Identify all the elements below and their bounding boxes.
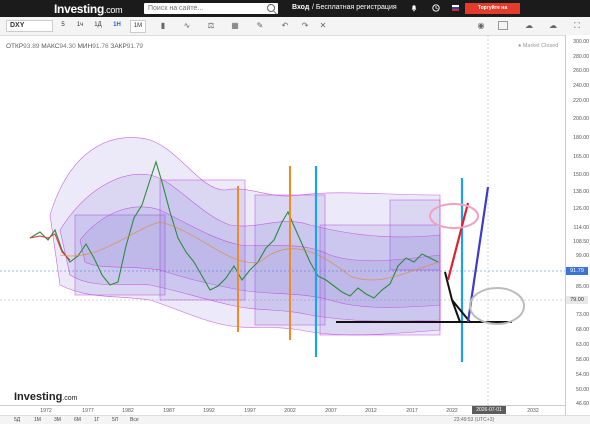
price-tick: 63.00 <box>576 342 589 348</box>
template-icon[interactable] <box>498 21 508 30</box>
price-tick: 99.00 <box>576 253 589 259</box>
top-navigation-bar: Investing.com Вход / Бесплатная регистра… <box>0 0 590 22</box>
price-tick: 68.00 <box>576 327 589 333</box>
last-price-label: 91.79 <box>566 267 588 275</box>
timeframe-1w[interactable]: 1Н <box>111 20 123 31</box>
price-axis[interactable]: 300.00 280.00 260.00 240.00 220.00 200.0… <box>565 35 590 415</box>
cloud-download-icon[interactable]: ☁ <box>548 21 558 30</box>
delete-icon[interactable]: ✕ <box>318 21 328 30</box>
crosshair-date-label: 2026-07-01 <box>472 406 506 414</box>
price-tick: 150.00 <box>573 172 589 178</box>
search-icon[interactable] <box>267 4 275 12</box>
time-tick: 2017 <box>406 408 418 414</box>
price-tick: 85.00 <box>576 284 589 290</box>
time-tick: 1987 <box>163 408 175 414</box>
time-tick: 1997 <box>244 408 256 414</box>
timeframe-1d[interactable]: 1Д <box>92 20 104 31</box>
logo-domain: .com <box>103 5 123 15</box>
flag-ru-icon[interactable] <box>452 5 459 11</box>
trade-ad-button[interactable]: Торгуйте на выгодных условиях <box>465 3 520 22</box>
time-tick: 2022 <box>446 408 458 414</box>
price-tick: 108.50 <box>573 239 589 245</box>
price-tick: 54.00 <box>576 372 589 378</box>
time-tick: 2007 <box>325 408 337 414</box>
price-tick: 200.00 <box>573 116 589 122</box>
investing-watermark: Investing.com <box>14 391 77 403</box>
timeframe-1h[interactable]: 1ч <box>74 20 86 31</box>
logo-text: Investing <box>54 2 104 16</box>
range-5d[interactable]: 5Д <box>14 417 20 423</box>
login-link[interactable]: Вход <box>292 4 309 11</box>
price-tick: 58.00 <box>576 357 589 363</box>
price-tick: 114.00 <box>573 225 589 231</box>
range-1y[interactable]: 1Г <box>94 417 100 423</box>
price-tick: 280.00 <box>573 54 589 60</box>
price-chart[interactable] <box>0 35 565 405</box>
price-tick: 240.00 <box>573 83 589 89</box>
utc-clock: 23:49:53 (UTC+3) <box>454 417 495 423</box>
time-tick: 1977 <box>82 408 94 414</box>
price-tick: 165.00 <box>573 154 589 160</box>
range-all[interactable]: Все <box>130 417 139 423</box>
chart-toolbar: DXY 5 1ч 1Д 1Н 1М ▮ ∿ ⚖ ▦ ✎ ↶ ↷ ✕ ◉ ☁ ☁ … <box>0 17 590 36</box>
watermark-domain: .com <box>62 395 78 402</box>
camera-icon[interactable]: ◉ <box>476 21 486 30</box>
register-link[interactable]: / Бесплатная регистрация <box>312 4 397 11</box>
fullscreen-icon[interactable]: ⛶ <box>572 21 582 30</box>
indicators-icon[interactable]: ∿ <box>182 21 192 30</box>
grid-icon[interactable]: ▦ <box>230 21 240 30</box>
time-tick: 2032 <box>527 408 539 414</box>
search-box[interactable] <box>144 3 278 14</box>
price-tick: 126.00 <box>573 206 589 212</box>
price-tick: 260.00 <box>573 68 589 74</box>
time-tick: 2002 <box>284 408 296 414</box>
time-tick: 1992 <box>203 408 215 414</box>
range-5y[interactable]: 5Л <box>112 417 118 423</box>
time-tick: 1982 <box>122 408 134 414</box>
price-tick: 50.00 <box>576 387 589 393</box>
range-3m[interactable]: 3М <box>54 417 61 423</box>
undo-icon[interactable]: ↶ <box>280 21 290 30</box>
price-tick: 300.00 <box>573 39 589 45</box>
gray-target-ellipse <box>469 287 525 325</box>
settings-icon[interactable]: ✎ <box>255 21 265 30</box>
price-tick: 180.00 <box>573 135 589 141</box>
bell-icon[interactable] <box>410 4 418 12</box>
range-6m[interactable]: 6М <box>74 417 81 423</box>
price-tick: 46.60 <box>576 401 589 407</box>
time-tick: 2012 <box>365 408 377 414</box>
channel-bands <box>49 137 441 336</box>
timeframe-1m[interactable]: 1М <box>130 20 146 33</box>
red-trend-line <box>446 202 470 281</box>
cloud-icon[interactable]: ☁ <box>524 21 534 30</box>
time-tick: 1972 <box>40 408 52 414</box>
price-tick: 73.00 <box>576 312 589 318</box>
symbol-input[interactable]: DXY <box>6 20 53 32</box>
clock-icon[interactable] <box>432 4 440 12</box>
price-tick: 138.00 <box>573 189 589 195</box>
redo-icon[interactable]: ↷ <box>300 21 310 30</box>
watermark-text: Investing <box>14 391 63 403</box>
compare-icon[interactable]: ⚖ <box>206 21 216 30</box>
range-1m[interactable]: 1М <box>34 417 41 423</box>
investing-logo[interactable]: Investing.com <box>54 2 123 16</box>
price-tick: 220.00 <box>573 98 589 104</box>
search-input[interactable] <box>144 3 258 14</box>
candle-type-icon[interactable]: ▮ <box>158 21 168 30</box>
timeframe-5[interactable]: 5 <box>58 20 68 31</box>
crosshair-price-label: 79.00 <box>566 296 588 304</box>
